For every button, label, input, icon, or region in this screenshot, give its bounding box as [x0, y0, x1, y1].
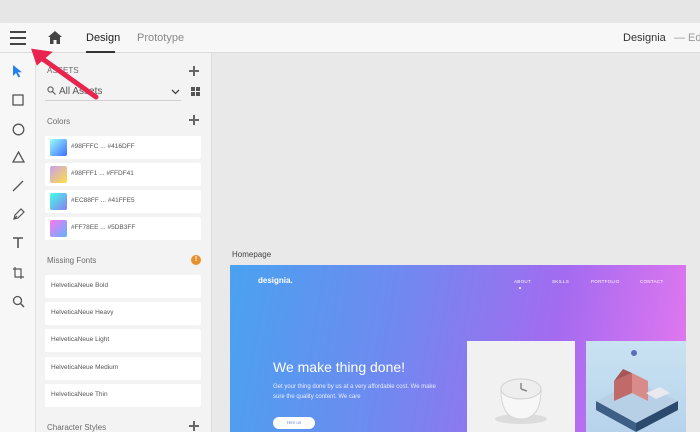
gradient-swatch	[50, 220, 67, 237]
nav-contact[interactable]: CONTACT	[640, 279, 664, 284]
font-name: HelveticaNeue Bold	[51, 282, 109, 289]
ellipse-icon[interactable]	[10, 121, 26, 137]
gradient-swatch	[50, 166, 67, 183]
hire-us-button[interactable]: Hire us	[273, 417, 315, 429]
isometric-house-illustration	[596, 350, 678, 432]
color-label: #98FFFC ... #416DFF	[71, 143, 135, 150]
add-color-button[interactable]	[189, 115, 199, 125]
character-styles-label: Character Styles	[47, 423, 107, 432]
assets-panel: ASSETS All Assets Colors #98FFFC ... #41…	[36, 53, 212, 432]
font-name: HelveticaNeue Light	[51, 336, 110, 343]
warning-icon: !	[191, 255, 201, 265]
assets-filter-dropdown[interactable]: All Assets	[45, 83, 181, 101]
homepage-artboard[interactable]: designia. ABOUT SKILLS PORTFOLIO CONTACT…	[230, 265, 686, 432]
color-label: #98FFF1 ... #FFDF41	[71, 170, 134, 177]
gradient-swatch	[50, 193, 67, 210]
chevron-down-icon	[171, 86, 180, 98]
missing-font-item[interactable]: HelveticaNeue Heavy	[45, 302, 201, 325]
artboard-title[interactable]: Homepage	[232, 250, 271, 259]
missing-font-item[interactable]: HelveticaNeue Medium	[45, 357, 201, 380]
artboard-icon[interactable]	[10, 264, 26, 280]
add-asset-button[interactable]	[189, 66, 199, 76]
hero-subtitle: Get your thing done by us at a very affo…	[273, 384, 436, 400]
color-swatch-card[interactable]: #98FFF1 ... #FFDF41	[45, 163, 201, 186]
text-icon[interactable]	[10, 235, 26, 251]
grid-view-icon[interactable]	[191, 87, 200, 96]
document-title: Designia	[623, 32, 666, 44]
colors-section-label: Colors	[47, 117, 71, 126]
rectangle-icon[interactable]	[10, 92, 26, 108]
tool-bar	[0, 53, 36, 432]
font-name: HelveticaNeue Heavy	[51, 309, 114, 316]
missing-font-item[interactable]: HelveticaNeue Light	[45, 329, 201, 352]
assets-filter-value: All Assets	[59, 86, 103, 97]
search-icon	[47, 86, 56, 98]
color-label: #FF78EE ... #5DB3FF	[71, 224, 136, 231]
assets-section-label: ASSETS	[47, 66, 79, 75]
missing-font-item[interactable]: HelveticaNeue Bold	[45, 275, 201, 298]
color-swatch-card[interactable]: #EC88FF ... #41FFE5	[45, 190, 201, 213]
nav-portfolio[interactable]: PORTFOLIO	[591, 279, 620, 284]
color-swatch-card[interactable]: #FF78EE ... #5DB3FF	[45, 217, 201, 240]
missing-font-item[interactable]: HelveticaNeue Thin	[45, 384, 201, 407]
gradient-swatch	[50, 139, 67, 156]
line-icon[interactable]	[10, 178, 26, 194]
tab-prototype[interactable]: Prototype	[137, 32, 184, 44]
app-header: Design Prototype Designia — Edited	[0, 23, 700, 53]
nav-about[interactable]: ABOUT	[514, 279, 531, 284]
isometric-image-card	[586, 341, 686, 432]
nav-active-dot	[519, 287, 521, 289]
select-arrow-icon[interactable]	[10, 63, 26, 79]
title-strip	[0, 0, 700, 23]
color-swatch-card[interactable]: #98FFFC ... #416DFF	[45, 136, 201, 159]
document-status: — Edited	[674, 32, 700, 44]
hero-title: We make thing done!	[273, 359, 406, 375]
nav-skills[interactable]: SKILLS	[552, 279, 569, 284]
hamburger-menu-icon[interactable]	[8, 31, 28, 45]
triangle-icon[interactable]	[10, 149, 26, 165]
product-image-card	[467, 341, 575, 432]
color-label: #EC88FF ... #41FFE5	[71, 197, 135, 204]
pen-icon[interactable]	[10, 206, 26, 222]
font-name: HelveticaNeue Thin	[51, 391, 108, 398]
zoom-icon[interactable]	[10, 293, 26, 309]
add-character-style-button[interactable]	[189, 421, 199, 431]
font-name: HelveticaNeue Medium	[51, 364, 119, 371]
clock-illustration	[495, 378, 547, 424]
missing-fonts-label: Missing Fonts	[47, 256, 97, 265]
home-icon[interactable]	[48, 31, 64, 45]
tab-design[interactable]: Design	[86, 32, 120, 44]
brand-logo: designia.	[258, 276, 293, 285]
